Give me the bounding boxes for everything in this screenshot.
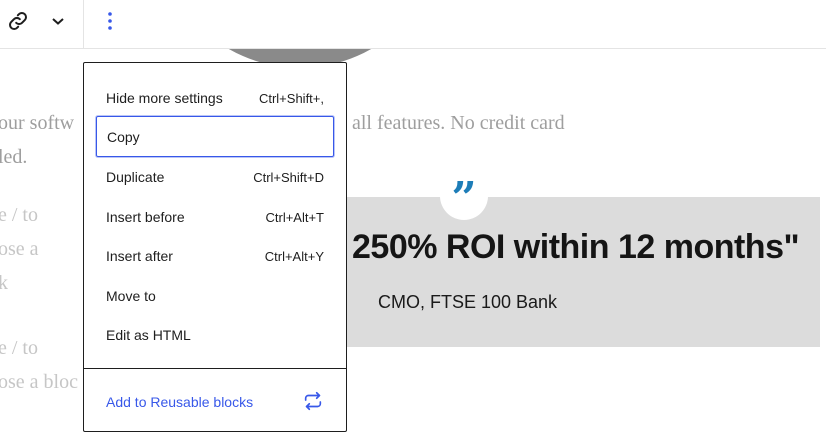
menu-item-move-to[interactable]: Move to	[96, 276, 334, 316]
menu-item-label: Duplicate	[106, 169, 165, 185]
menu-item-insert-before[interactable]: Insert before Ctrl+Alt+T	[96, 197, 334, 237]
quote-citation[interactable]: CMO, FTSE 100 Bank	[378, 292, 557, 313]
menu-item-shortcut: Ctrl+Alt+Y	[264, 248, 324, 264]
menu-item-hide-more-settings[interactable]: Hide more settings Ctrl+Shift+,	[96, 78, 334, 118]
placeholder-line: k	[0, 272, 8, 294]
more-vertical-icon	[107, 11, 113, 36]
menu-item-insert-after[interactable]: Insert after Ctrl+Alt+Y	[96, 236, 334, 276]
placeholder-line: ose a bloc	[0, 371, 78, 393]
paragraph-line: all features. No credit card	[352, 112, 565, 134]
menu-separator	[84, 368, 346, 369]
link-options-button[interactable]	[44, 6, 72, 40]
menu-item-duplicate[interactable]: Duplicate Ctrl+Shift+D	[96, 157, 334, 197]
placeholder-line: e / to	[0, 204, 38, 226]
quote-mark-icon: ”	[451, 173, 477, 224]
link-button[interactable]	[4, 6, 32, 40]
toolbar-divider	[83, 0, 84, 48]
reusable-block-icon	[302, 390, 324, 415]
menu-item-label: Insert before	[106, 209, 185, 225]
menu-item-label: Add to Reusable blocks	[106, 394, 254, 410]
link-icon	[7, 10, 29, 37]
paragraph-line: our softw	[0, 112, 75, 134]
options-button[interactable]	[98, 6, 122, 40]
placeholder-line: e / to	[0, 337, 38, 359]
menu-item-edit-as-html[interactable]: Edit as HTML	[96, 315, 334, 355]
menu-item-label: Copy	[107, 128, 140, 145]
quote-mark-badge: ”	[440, 160, 488, 224]
menu-item-shortcut: Ctrl+Alt+T	[265, 209, 324, 225]
menu-item-shortcut: Ctrl+Shift+D	[253, 169, 324, 185]
block-options-menu: Hide more settings Ctrl+Shift+, Copy Dup…	[83, 62, 347, 432]
menu-item-label: Insert after	[106, 248, 173, 264]
paragraph-line: led.	[0, 146, 28, 168]
block-toolbar	[0, 0, 826, 49]
menu-item-copy[interactable]: Copy	[96, 116, 334, 157]
chevron-down-icon	[50, 13, 66, 34]
menu-item-label: Hide more settings	[106, 90, 223, 106]
menu-item-add-to-reusable-blocks[interactable]: Add to Reusable blocks	[96, 382, 334, 422]
placeholder-line: ose a	[0, 238, 39, 260]
menu-item-label: Edit as HTML	[106, 327, 191, 343]
menu-item-label: Move to	[106, 288, 156, 304]
testimonial-quote-block[interactable]	[345, 197, 820, 347]
menu-item-shortcut: Ctrl+Shift+,	[258, 90, 324, 106]
quote-text[interactable]: 250% ROI within 12 months"	[352, 228, 800, 267]
